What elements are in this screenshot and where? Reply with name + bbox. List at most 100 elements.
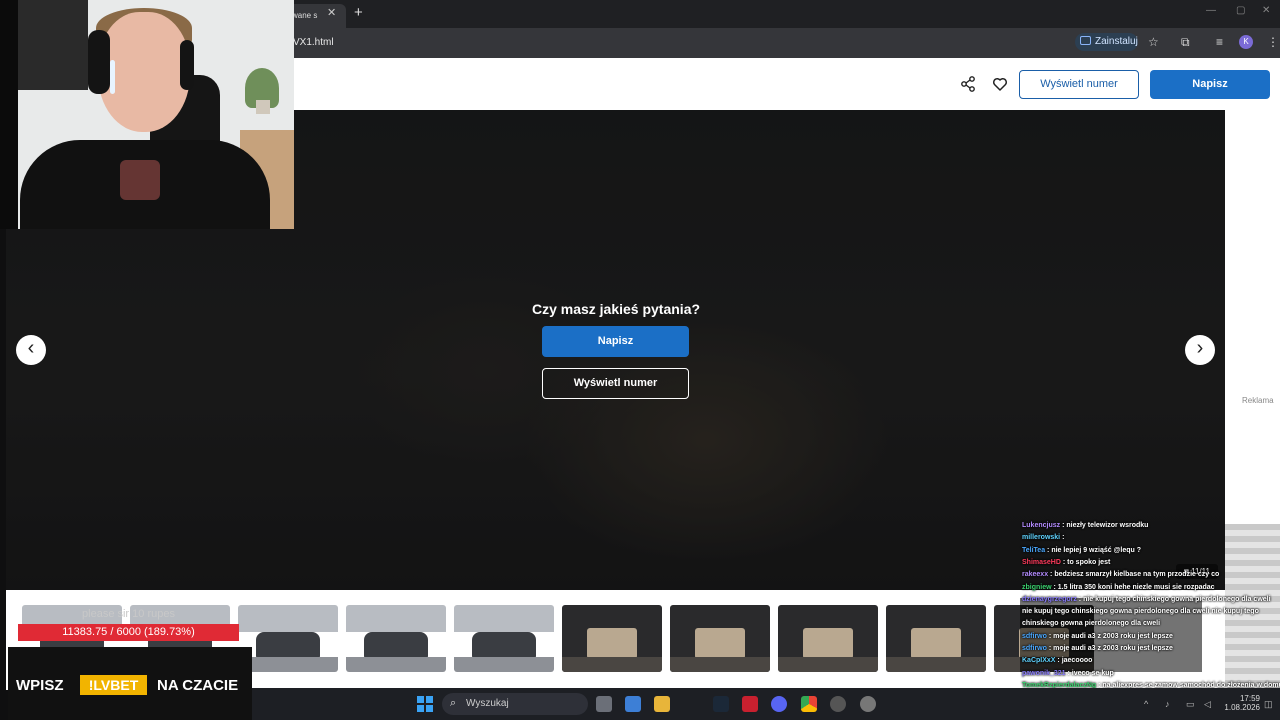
app-red-icon[interactable] xyxy=(742,696,758,712)
chat-message: ShimaseHD : to spoko jest xyxy=(1022,559,1110,566)
chat-message: chinskiego gowna pierdolonego dla cweli xyxy=(1022,620,1160,627)
install-app-button[interactable]: Zainstaluj xyxy=(1075,33,1138,51)
minimize-icon[interactable]: — xyxy=(1206,5,1216,16)
gallery-thumbnail[interactable] xyxy=(562,605,662,672)
chat-username: millerowski xyxy=(1022,534,1061,542)
mail-icon[interactable] xyxy=(625,696,641,712)
lvbet-right-text: NA CZACIE xyxy=(157,677,239,694)
reading-list-icon[interactable]: ≡ xyxy=(1216,35,1223,49)
ad-label: Reklama xyxy=(1242,396,1274,405)
install-icon xyxy=(1080,36,1091,45)
volume-icon[interactable]: ◁ xyxy=(1204,699,1211,710)
chat-text: : niezły telewizor wsrodku xyxy=(1060,522,1149,529)
chat-text: : iveco se kup xyxy=(1065,669,1114,677)
taskbar-clock[interactable]: 17:59 1.08.2026 xyxy=(1220,694,1260,712)
new-tab-icon[interactable]: + xyxy=(354,4,363,21)
favorite-heart-icon[interactable] xyxy=(992,76,1008,92)
chat-username: sdfirwo xyxy=(1022,645,1047,652)
chat-username: rakeexx xyxy=(1022,571,1049,579)
chat-text: chinskiego gowna pierdolonego dla cweli xyxy=(1022,620,1161,628)
cta-show-number-button[interactable]: Wyświetl numer xyxy=(542,368,689,399)
chat-message: pawonik_321 : iveco se kup xyxy=(1022,670,1114,677)
bookmark-star-icon[interactable]: ☆ xyxy=(1148,35,1159,49)
chat-username: pawonik_321 xyxy=(1022,669,1066,677)
chat-text: : to spoko jest xyxy=(1060,558,1111,566)
obs-icon[interactable] xyxy=(830,696,846,712)
write-message-button[interactable]: Napisz xyxy=(1150,70,1270,99)
browser-tab[interactable]: wane s xyxy=(286,4,346,28)
lvbet-code: !LVBET xyxy=(80,675,147,695)
show-number-button[interactable]: Wyświetl numer xyxy=(1019,70,1139,99)
donation-progress-bar: 11383.75 / 6000 (189.73%) xyxy=(18,624,239,641)
lvbet-left-text: WPISZ xyxy=(16,677,64,694)
file-explorer-icon[interactable] xyxy=(654,696,670,712)
chat-text: : nie lepiej 9 wziąść @lequ ? xyxy=(1045,546,1142,554)
gallery-thumbnail[interactable] xyxy=(454,605,554,672)
chat-message: millerowski : xyxy=(1022,534,1064,541)
discord-icon[interactable] xyxy=(771,696,787,712)
browser-menu-icon[interactable]: ⋮ xyxy=(1267,35,1279,49)
steam-icon[interactable] xyxy=(713,696,729,712)
chat-message: nie kupuj tego chinskiego gowna pierdolo… xyxy=(1022,608,1259,615)
gallery-thumbnail[interactable] xyxy=(346,605,446,672)
chat-message: KaCpIXxX : jaecoooo xyxy=(1022,657,1092,664)
screen: wane s ✕ + — ▢ ✕ VX1.html Zainstaluj ☆ ⧉… xyxy=(0,0,1280,720)
gallery-thumbnail[interactable] xyxy=(670,605,770,672)
maximize-icon[interactable]: ▢ xyxy=(1236,5,1245,16)
network-icon[interactable]: ▭ xyxy=(1186,699,1195,710)
chat-text: : moje audi a3 z 2003 roku jest lepsze xyxy=(1046,632,1173,640)
search-icon: ⌕ xyxy=(450,697,457,709)
taskbar xyxy=(252,688,1280,720)
chat-message: rakeexx : bedziesz smarzył kielbase na t… xyxy=(1022,571,1219,578)
chat-text: : 1.5 litra 350 koni hehe niezle musi si… xyxy=(1051,583,1215,591)
chat-message: sdfirwo : moje audi a3 z 2003 roku jest … xyxy=(1022,645,1173,652)
notifications-icon[interactable]: ◫ xyxy=(1264,699,1273,710)
chat-username: KaCpIXxX xyxy=(1022,657,1056,665)
gallery-thumbnail[interactable] xyxy=(886,605,986,672)
close-window-icon[interactable]: ✕ xyxy=(1262,5,1270,16)
chat-text: : jaecoooo xyxy=(1055,657,1093,665)
cta-write-button[interactable]: Napisz xyxy=(542,326,689,357)
chat-text: nie kupuj tego chinskiego gowna pierdolo… xyxy=(1022,608,1259,616)
microphone-icon[interactable]: ♪ xyxy=(1165,699,1170,709)
chat-text: : bedziesz smarzył kielbase na tym przod… xyxy=(1048,571,1220,579)
url-text[interactable]: VX1.html xyxy=(293,37,334,48)
clock-date: 1.08.2026 xyxy=(1224,703,1260,712)
chat-message: TeliTea : nie lepiej 9 wziąść @lequ ? xyxy=(1022,547,1141,554)
webcam-overlay xyxy=(0,0,294,229)
clock-time: 17:59 xyxy=(1239,694,1260,703)
chat-username: sdfirwo xyxy=(1022,632,1047,640)
taskbar-search[interactable]: Wyszukaj xyxy=(442,693,588,715)
app-circle-icon[interactable] xyxy=(860,696,876,712)
install-label: Zainstaluj xyxy=(1095,36,1138,47)
chat-text: : moje audi a3 z 2003 roku jest lepsze xyxy=(1046,645,1173,652)
tab-title: wane s xyxy=(292,11,318,20)
chat-message: zbigniew : 1.5 litra 350 koni hehe niezl… xyxy=(1022,584,1215,591)
cta-question: Czy masz jakieś pytania? xyxy=(531,301,701,317)
windows-start-icon[interactable] xyxy=(417,696,433,712)
chat-username: Lukencjusz xyxy=(1022,522,1061,529)
task-view-icon[interactable] xyxy=(596,696,612,712)
chat-username: ShimaseHD xyxy=(1022,558,1061,566)
profile-avatar[interactable]: K xyxy=(1239,35,1253,49)
chat-background xyxy=(1225,524,1280,689)
chat-username: zbigniew xyxy=(1022,583,1052,591)
chat-text: : xyxy=(1060,534,1065,542)
extensions-icon[interactable]: ⧉ xyxy=(1181,35,1190,50)
chat-message: dzienaygrzegorz : nie kupuj tego chinski… xyxy=(1022,596,1271,603)
chat-username: TeliTea xyxy=(1022,546,1046,554)
next-photo-arrow-icon[interactable]: › xyxy=(1185,335,1215,365)
chat-message: Lukencjusz : niezły telewizor wsrodku xyxy=(1022,522,1148,529)
gallery-thumbnail[interactable] xyxy=(238,605,338,672)
share-icon[interactable] xyxy=(960,76,976,92)
tab-close-icon[interactable]: ✕ xyxy=(327,6,336,19)
chrome-icon[interactable] xyxy=(801,696,817,712)
ad-column xyxy=(1225,110,1280,524)
tray-chevron-icon[interactable]: ^ xyxy=(1144,699,1148,709)
prev-photo-arrow-icon[interactable]: ‹ xyxy=(16,335,46,365)
donation-goal-text: please sir 10 rupes xyxy=(82,608,175,620)
chat-text: : nie kupuj tego chinskiego gowna pierdo… xyxy=(1076,595,1271,603)
chat-message: sdfirwo : moje audi a3 z 2003 roku jest … xyxy=(1022,633,1173,640)
chat-username: dzienaygrzegorz xyxy=(1022,595,1077,603)
gallery-thumbnail[interactable] xyxy=(778,605,878,672)
